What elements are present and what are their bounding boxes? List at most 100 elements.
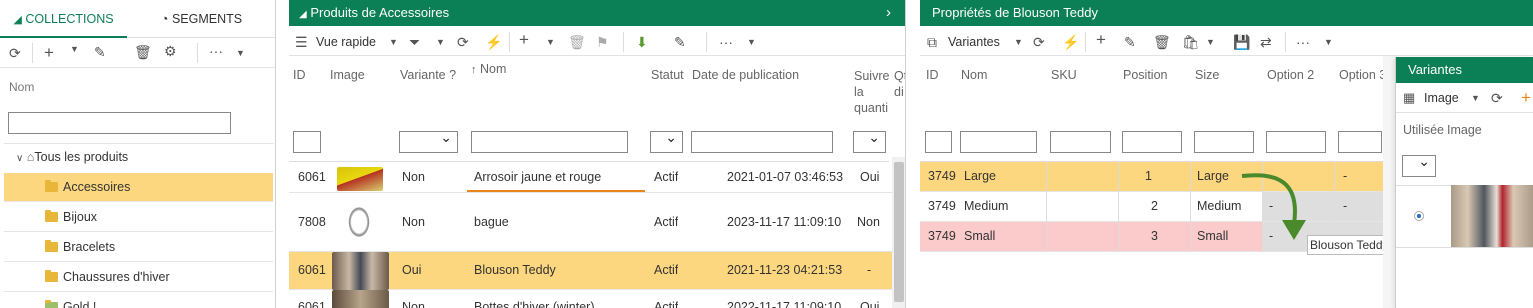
col-image[interactable]: Image [330, 68, 365, 82]
shopify-sync-icon[interactable]: ⬇ [636, 34, 648, 50]
properties-toolbar: ⧉ Variantes ▼ ⟳ ⚡ + ✎ 🗑 🛍 ▼ 💾 ⇄ ··· ▼ [920, 28, 1533, 56]
tree-item-bracelets[interactable]: Bracelets [4, 232, 273, 262]
variants-view-select[interactable]: Variantes [948, 34, 1000, 50]
scrollbar-thumb[interactable] [894, 162, 904, 302]
col-option2[interactable]: Option 2 [1267, 68, 1314, 82]
table-row[interactable]: 6061 Non Bottes d'hiver (winter) Actif 2… [289, 290, 905, 308]
edit-icon[interactable]: ✎ [674, 34, 686, 50]
col-date[interactable]: Date de publication [692, 68, 799, 82]
chevron-down-icon[interactable]: ▼ [1471, 93, 1480, 103]
chevron-down-icon[interactable]: ▼ [389, 34, 398, 50]
option2-filter[interactable] [1266, 131, 1326, 153]
chevron-right-icon[interactable]: › [886, 0, 891, 26]
used-radio[interactable] [1414, 211, 1424, 221]
tag-icon: ◢ [299, 9, 307, 20]
size-filter[interactable] [1194, 131, 1254, 153]
tree-item-chaussures[interactable]: Chaussures d'hiver [4, 262, 273, 292]
name-filter[interactable] [960, 131, 1037, 153]
chevron-down-icon[interactable]: ▼ [747, 34, 756, 50]
horizontal-scrollbar-track [1383, 56, 1395, 308]
tab-collections[interactable]: ◢ COLLECTIONS [0, 0, 127, 38]
add-icon[interactable]: + [44, 43, 54, 63]
name-filter-input[interactable] [8, 112, 231, 134]
tree-item-accessoires[interactable]: Accessoires [4, 173, 273, 202]
tag-edit-icon[interactable]: ⚑ [596, 34, 609, 50]
sort-arrow-up-icon: ↑ [471, 64, 477, 76]
vertical-scrollbar[interactable] [892, 157, 905, 308]
table-row[interactable]: 7808 Non bague Actif 2023-11-17 11:09:10… [289, 193, 905, 252]
col-qty[interactable]: Qt di [894, 68, 905, 100]
copy-icon: ⧉ [927, 34, 937, 50]
col-name[interactable]: ↑ Nom [471, 62, 506, 76]
chevron-down-icon[interactable]: ▼ [546, 34, 555, 50]
variant-filter[interactable] [399, 129, 458, 153]
shopify-bag-icon[interactable]: 🛍 [1182, 34, 1200, 50]
pie-chart-icon: ◔ [160, 12, 169, 26]
col-size[interactable]: Size [1195, 68, 1219, 82]
col-follow[interactable]: Suivre la quanti [854, 68, 890, 116]
date-filter[interactable] [691, 131, 833, 153]
edit-icon[interactable]: ✎ [94, 44, 106, 61]
option3-filter[interactable] [1338, 131, 1382, 153]
tab-segments[interactable]: ◔ SEGMENTS [127, 0, 275, 38]
folder-icon [45, 300, 58, 308]
filter-icon[interactable]: ⏷ [409, 34, 420, 50]
variant-row[interactable]: 3749 Medium 2 Medium - - [920, 192, 1383, 222]
delete-icon[interactable]: 🗑 [1153, 34, 1171, 50]
table-row[interactable]: 6061 Oui Blouson Teddy Actif 2021-11-23 … [289, 252, 905, 290]
add-icon[interactable]: + [1521, 88, 1531, 108]
tree-root[interactable]: ∨ ⌂Tous les produits [16, 150, 128, 166]
refresh-icon[interactable]: ⟳ [457, 34, 469, 50]
id-filter[interactable] [293, 131, 321, 153]
lightning-icon[interactable]: ⚡ [485, 34, 502, 50]
chevron-down-icon[interactable]: ▼ [70, 44, 79, 54]
col-used[interactable]: Utilisée [1403, 123, 1444, 137]
col-status[interactable]: Statut [651, 68, 684, 82]
delete-icon[interactable]: 🗑 [134, 44, 152, 61]
refresh-icon[interactable]: ⟳ [1033, 34, 1045, 50]
col-variant[interactable]: Variante ? [400, 68, 456, 82]
variants-image-panel: Variantes ▦ Image ▼ ⟳ + Utilisée Image [1395, 57, 1533, 308]
refresh-icon[interactable]: ⟳ [1491, 90, 1503, 107]
id-filter[interactable] [925, 131, 952, 153]
col-image[interactable]: Image [1447, 123, 1482, 137]
more-icon[interactable]: ··· [1296, 34, 1310, 50]
image-view-select[interactable]: Image [1424, 91, 1459, 105]
lightning-icon[interactable]: ⚡ [1062, 34, 1079, 50]
sku-filter[interactable] [1050, 131, 1111, 153]
delete-icon[interactable]: 🗑 [568, 34, 586, 50]
more-icon[interactable]: ··· [719, 34, 733, 50]
col-position[interactable]: Position [1123, 68, 1167, 82]
used-filter[interactable] [1402, 153, 1436, 177]
col-id[interactable]: ID [926, 68, 939, 82]
shuffle-icon[interactable]: ⇄ [1260, 34, 1272, 50]
follow-filter[interactable] [853, 129, 886, 153]
col-name[interactable]: Nom [961, 68, 987, 82]
refresh-icon[interactable]: ⟳ [9, 45, 21, 62]
variant-image-thumbnail [1451, 185, 1533, 247]
name-filter[interactable] [471, 131, 628, 153]
chevron-down-icon[interactable]: ▼ [436, 34, 445, 50]
list-icon: ☰ [295, 34, 308, 50]
settings-icon[interactable]: ⚙ [164, 43, 177, 60]
tree-item-gold[interactable]: Gold ! [4, 292, 273, 308]
more-icon[interactable]: ··· [209, 43, 223, 59]
product-thumbnail [341, 199, 377, 245]
table-row[interactable]: 6061 Non Arrosoir jaune et rouge Actif 2… [289, 163, 905, 193]
tree-item-bijoux[interactable]: Bijoux [4, 202, 273, 232]
status-filter[interactable] [650, 129, 683, 153]
save-icon[interactable]: 💾 [1233, 34, 1250, 50]
chevron-down-icon[interactable]: ▼ [1324, 34, 1333, 50]
chevron-down-icon[interactable]: ▼ [1014, 34, 1023, 50]
add-icon[interactable]: + [1096, 31, 1106, 48]
position-filter[interactable] [1122, 131, 1182, 153]
add-icon[interactable]: + [519, 31, 529, 48]
quick-view-select[interactable]: Vue rapide [316, 34, 376, 50]
chevron-down-icon[interactable]: ▼ [236, 48, 245, 58]
col-id[interactable]: ID [293, 68, 306, 82]
col-option3[interactable]: Option 3 [1339, 68, 1386, 82]
variant-row[interactable]: 3749 Large 1 Large - - [920, 162, 1383, 192]
col-sku[interactable]: SKU [1051, 68, 1077, 82]
edit-icon[interactable]: ✎ [1124, 34, 1136, 50]
chevron-down-icon[interactable]: ▼ [1206, 34, 1215, 50]
